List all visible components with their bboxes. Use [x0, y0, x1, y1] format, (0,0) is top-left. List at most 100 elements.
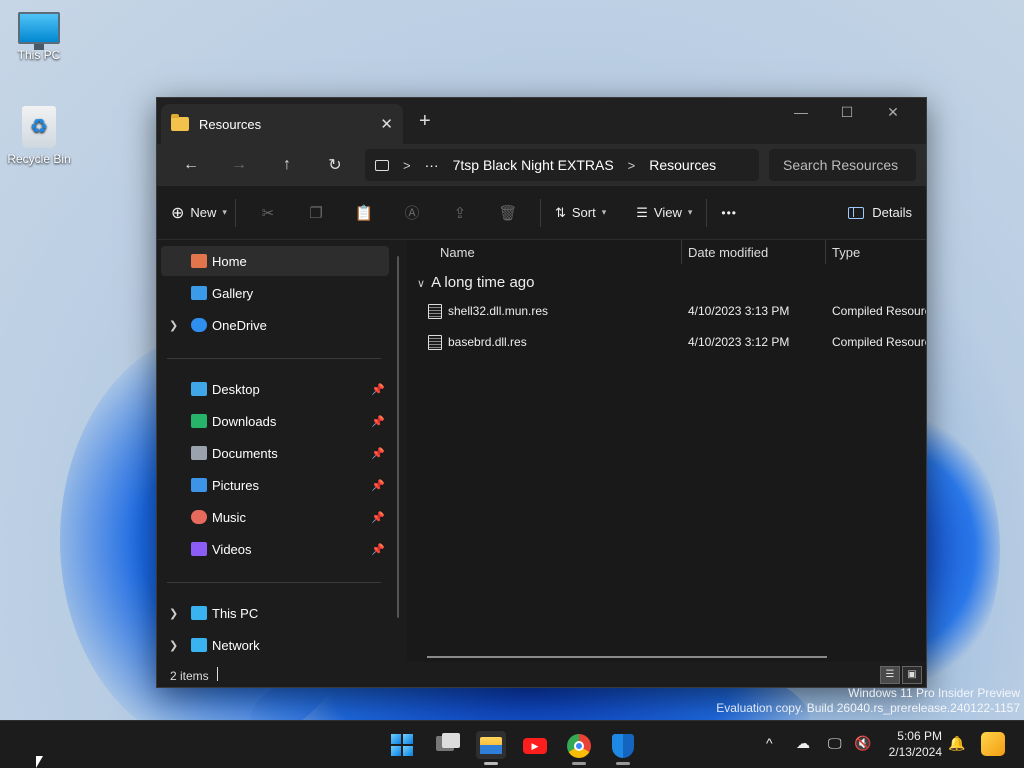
- sidebar-item-videos[interactable]: Videos 📌: [161, 534, 389, 564]
- sidebar-item-music[interactable]: Music 📌: [161, 502, 389, 532]
- status-bar: 2 items ☰ ▣: [157, 662, 926, 687]
- this-pc-icon: [191, 606, 207, 620]
- defender-taskbar-button[interactable]: [608, 731, 638, 765]
- sidebar-item-network[interactable]: ❯ Network: [161, 630, 389, 660]
- running-indicator: [572, 762, 586, 765]
- chrome-taskbar-button[interactable]: [564, 731, 594, 765]
- task-view-icon: [442, 733, 460, 748]
- table-row[interactable]: shell32.dll.mun.res 4/10/2023 3:13 PM Co…: [407, 296, 927, 326]
- pin-icon[interactable]: 📌: [371, 479, 385, 492]
- column-divider[interactable]: [681, 240, 682, 264]
- new-button[interactable]: ⊕ New ▾: [171, 203, 227, 223]
- sort-button[interactable]: ⇅ Sort ▾: [555, 205, 606, 221]
- details-pane-icon: [848, 206, 865, 219]
- more-options-button[interactable]: •••: [721, 206, 737, 220]
- details-button[interactable]: Details: [848, 205, 912, 220]
- group-label: A long time ago: [431, 274, 535, 291]
- refresh-button[interactable]: ↻: [311, 155, 359, 175]
- copy-icon[interactable]: ❐: [292, 204, 340, 222]
- pin-icon[interactable]: 📌: [371, 415, 385, 428]
- maximize-button[interactable]: ☐: [824, 102, 870, 122]
- documents-icon: [191, 446, 207, 460]
- new-tab-button[interactable]: +: [419, 110, 431, 133]
- pictures-icon: [191, 478, 207, 492]
- large-icons-view-icon[interactable]: ▣: [902, 666, 922, 684]
- sidebar-item-gallery[interactable]: Gallery: [161, 278, 389, 308]
- view-label: View: [653, 205, 682, 220]
- pin-icon[interactable]: 📌: [371, 511, 385, 524]
- up-button[interactable]: ↑: [263, 156, 311, 174]
- command-bar: ⊕ New ▾ ✂ ❐ 📋 Ⓐ ⇪ 🗑 ⇅ Sort ▾ ☰ View ▾ ••…: [157, 186, 926, 240]
- column-header-name[interactable]: Name: [440, 245, 475, 260]
- start-button[interactable]: [387, 731, 417, 759]
- sidebar-item-documents[interactable]: Documents 📌: [161, 438, 389, 468]
- sidebar-item-pictures[interactable]: Pictures 📌: [161, 470, 389, 500]
- breadcrumb-item[interactable]: 7tsp Black Night EXTRAS: [453, 157, 614, 173]
- chevron-right-icon[interactable]: ❯: [169, 607, 178, 620]
- volume-muted-icon[interactable]: 🔇: [854, 735, 871, 752]
- onedrive-offline-icon[interactable]: ☁: [796, 735, 810, 752]
- sidebar-item-label: Gallery: [212, 285, 254, 301]
- desktop-icon-this-pc[interactable]: This PC: [0, 12, 79, 62]
- file-explorer-taskbar-button[interactable]: [476, 731, 506, 765]
- network-icon[interactable]: 🖵: [828, 735, 842, 752]
- horizontal-scrollbar[interactable]: [427, 656, 827, 658]
- network-icon: [191, 638, 207, 652]
- show-hidden-icons-button[interactable]: ^: [766, 735, 773, 751]
- column-header-type[interactable]: Type: [832, 245, 860, 260]
- onedrive-icon: [191, 318, 207, 332]
- file-name: shell32.dll.mun.res: [448, 304, 549, 318]
- back-button[interactable]: ←: [167, 156, 215, 174]
- file-type: Compiled Resource: [832, 304, 927, 318]
- sidebar-item-onedrive[interactable]: ❯ OneDrive: [161, 310, 389, 340]
- view-button[interactable]: ☰ View ▾: [636, 205, 692, 221]
- breadcrumb-more[interactable]: ···: [425, 157, 439, 173]
- group-header[interactable]: ∨ A long time ago: [417, 274, 534, 291]
- column-divider[interactable]: [825, 240, 826, 264]
- pin-icon[interactable]: 📌: [371, 447, 385, 460]
- details-view-icon[interactable]: ☰: [880, 666, 900, 684]
- explorer-body: Home Gallery ❯ OneDrive Desktop 📌 Downlo…: [157, 240, 927, 662]
- search-input[interactable]: Search Resources: [769, 149, 916, 181]
- sort-label: Sort: [571, 205, 596, 220]
- notifications-icon[interactable]: 🔔: [948, 735, 965, 752]
- clock[interactable]: 5:06 PM 2/13/2024: [882, 728, 942, 760]
- delete-icon[interactable]: 🗑: [484, 204, 532, 222]
- copilot-icon[interactable]: [981, 732, 1005, 756]
- sidebar-item-this-pc[interactable]: ❯ This PC: [161, 598, 389, 628]
- sidebar-item-desktop[interactable]: Desktop 📌: [161, 374, 389, 404]
- cut-icon[interactable]: ✂: [244, 204, 292, 222]
- share-icon[interactable]: ⇪: [436, 204, 484, 222]
- task-view-button[interactable]: [432, 731, 462, 759]
- sidebar-scrollbar[interactable]: [397, 256, 399, 618]
- paste-icon[interactable]: 📋: [340, 204, 388, 222]
- pin-icon[interactable]: 📌: [371, 383, 385, 396]
- sidebar-item-home[interactable]: Home: [161, 246, 389, 276]
- breadcrumb-item[interactable]: Resources: [649, 157, 716, 173]
- sidebar-item-label: Documents: [212, 445, 278, 461]
- close-window-button[interactable]: ✕: [870, 102, 916, 122]
- forward-button[interactable]: →: [215, 156, 263, 174]
- chevron-down-icon: ▾: [601, 207, 607, 217]
- minimize-button[interactable]: —: [778, 102, 824, 122]
- column-header-date-modified[interactable]: Date modified: [688, 245, 768, 260]
- rename-icon[interactable]: Ⓐ: [388, 202, 436, 223]
- chevron-right-icon[interactable]: ❯: [169, 639, 178, 652]
- desktop-icon: [191, 382, 207, 396]
- tab-resources[interactable]: Resources ✕: [161, 104, 403, 144]
- pin-icon[interactable]: 📌: [371, 543, 385, 556]
- breadcrumb-separator: >: [403, 157, 411, 173]
- sidebar-item-label: Network: [212, 637, 260, 653]
- youtube-taskbar-button[interactable]: ▶: [520, 731, 550, 759]
- desktop-icon-recycle-bin[interactable]: ♻ Recycle Bin: [0, 106, 79, 166]
- sidebar-item-downloads[interactable]: Downloads 📌: [161, 406, 389, 436]
- chevron-right-icon[interactable]: ❯: [169, 319, 178, 332]
- breadcrumb-separator: >: [627, 157, 636, 173]
- tab-close-icon[interactable]: ✕: [380, 115, 393, 133]
- table-row[interactable]: basebrd.dll.res 4/10/2023 3:12 PM Compil…: [407, 327, 926, 357]
- sidebar-item-label: Music: [212, 509, 246, 525]
- file-icon: [428, 335, 442, 350]
- address-bar[interactable]: > ··· 7tsp Black Night EXTRAS > Resource…: [365, 149, 759, 181]
- chevron-down-icon: ∨: [417, 278, 426, 290]
- sidebar-item-label: Pictures: [212, 477, 259, 493]
